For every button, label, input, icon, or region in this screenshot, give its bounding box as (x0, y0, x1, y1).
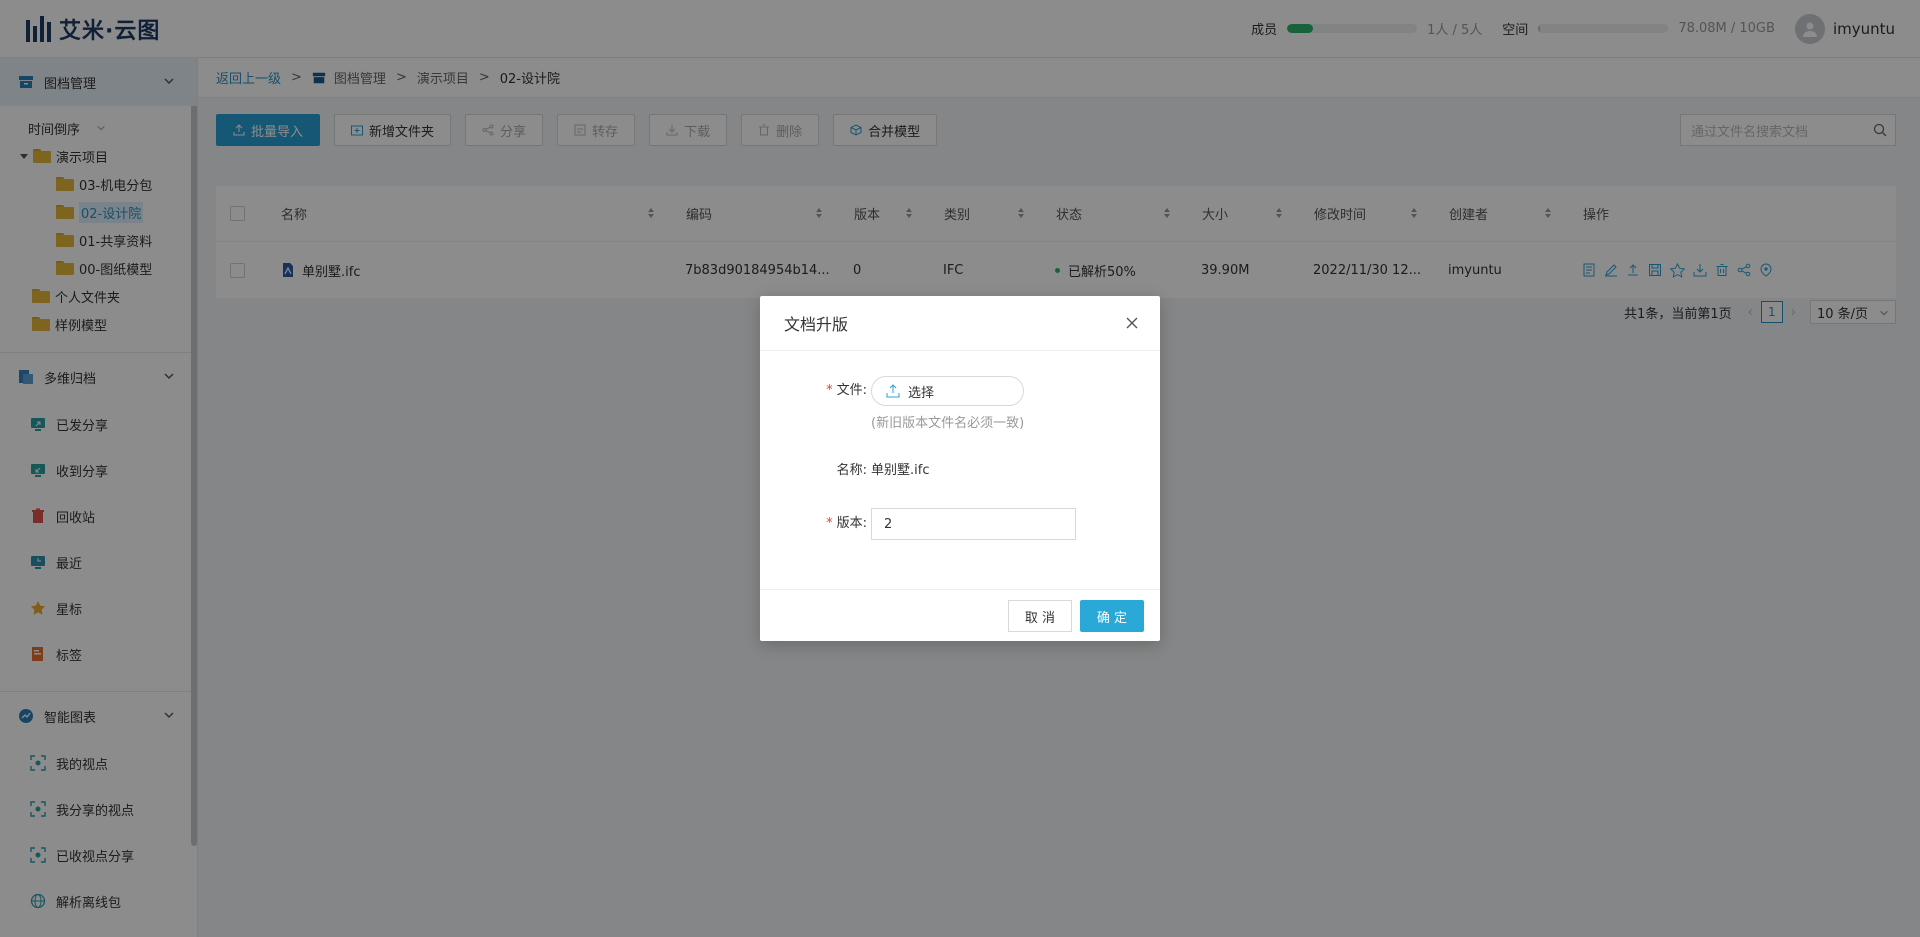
cancel-button[interactable]: 取 消 (1008, 600, 1072, 632)
upgrade-version-dialog: 文档升版 * 文件: 选择 (新旧版本文件名必须一致) 名称: 单别墅.ifc *… (760, 296, 1160, 641)
dialog-header: 文档升版 (760, 296, 1160, 351)
name-value: 单别墅.ifc (871, 463, 930, 478)
form-label-text: 名称: (836, 463, 867, 478)
choose-file-button[interactable]: 选择 (871, 376, 1025, 406)
version-input[interactable]: 2 (871, 508, 1076, 540)
form-label-text: 文件: (836, 383, 867, 398)
confirm-button[interactable]: 确 定 (1080, 600, 1144, 632)
form-row-name: 名称: 单别墅.ifc (760, 459, 1160, 478)
required-mark: * (826, 383, 833, 398)
version-label: * 版本: (760, 508, 871, 540)
button-label: 选择 (908, 385, 935, 401)
form-row-version: * 版本: 2 (760, 508, 1160, 540)
upload-icon (886, 384, 900, 398)
required-mark: * (826, 516, 833, 531)
form-label-text: 版本: (836, 516, 867, 531)
dialog-footer: 取 消 确 定 (760, 589, 1160, 641)
name-label: 名称: (760, 459, 871, 478)
close-icon[interactable] (1124, 315, 1140, 331)
file-label: * 文件: (760, 376, 871, 406)
dialog-title: 文档升版 (784, 315, 849, 334)
form-row-file: * 文件: 选择 (新旧版本文件名必须一致) (760, 376, 1160, 431)
file-hint: (新旧版本文件名必须一致) (871, 416, 1025, 431)
version-value: 2 (884, 516, 893, 532)
